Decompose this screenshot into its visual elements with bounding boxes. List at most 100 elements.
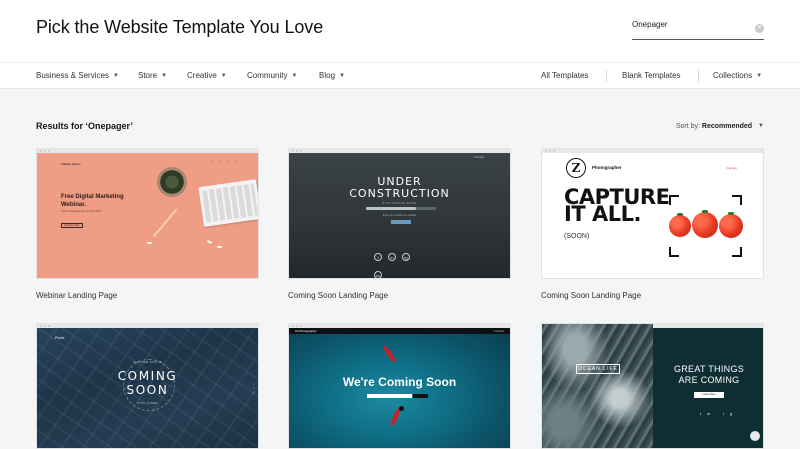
thumb-menu: • • • • — [212, 159, 240, 163]
browser-bar — [542, 149, 763, 153]
thumb-heading: CAPTURE IT ALL. — [564, 187, 670, 225]
thumb-submit — [413, 394, 428, 398]
social-icons: f in ig tw — [374, 246, 428, 278]
leaf-image — [677, 213, 683, 216]
thumb-menu: Contact — [473, 155, 484, 159]
nav-blank-templates[interactable]: Blank Templates — [622, 71, 681, 80]
plant-image — [157, 167, 187, 197]
nav-label: Blank Templates — [622, 71, 681, 80]
waves-image — [542, 324, 653, 448]
viewfinder-frame — [669, 195, 743, 257]
results-title: Results for ‘Onepager’ — [36, 121, 133, 131]
paperclip-image — [206, 239, 213, 245]
thumb-heading-line: Webinar. — [61, 202, 86, 208]
chat-icon[interactable] — [750, 431, 760, 441]
instagram-icon: ig — [723, 411, 739, 416]
paperclip-image — [147, 242, 152, 244]
progress-fill — [366, 207, 417, 210]
thumb-soon: (SOON) — [564, 233, 590, 240]
template-name[interactable]: Webinar Landing Page — [36, 291, 117, 300]
search-box[interactable]: ✕ — [632, 18, 764, 40]
thumb-heading-line: ARE COMING — [678, 375, 740, 385]
thumb-email-field — [367, 394, 412, 398]
thumb-heading: GREAT THINGS ARE COMING — [653, 364, 763, 386]
facebook-icon: f — [374, 253, 382, 261]
thumb-logo: Liberty Jones — [61, 162, 81, 166]
nav-label: Collections — [713, 71, 753, 80]
thumb-button — [391, 220, 411, 224]
chevron-down-icon: ▼ — [758, 123, 764, 129]
thumb-topbar: Lili Photography Contact — [289, 328, 510, 334]
search-input[interactable] — [632, 20, 742, 29]
template-thumbnail[interactable]: Z Photographer Contact CAPTURE IT ALL. (S… — [541, 148, 764, 279]
nav-store[interactable]: Store ▼ — [138, 71, 167, 80]
leaf-image — [702, 210, 708, 213]
thumb-heading: Free Digital Marketing Webinar. — [61, 193, 124, 209]
template-name[interactable]: Coming Soon Landing Page — [288, 291, 388, 300]
tomato-image — [669, 215, 691, 237]
tomato-image — [719, 214, 743, 238]
nav-collections[interactable]: Collections ▼ — [713, 71, 762, 80]
browser-bar — [37, 149, 258, 153]
header: Pick the Website Template You Love ✕ — [0, 0, 800, 62]
thumb-heading-line: CONSTRUCTION — [349, 187, 450, 200]
thumb-button: Register Now — [61, 223, 83, 228]
chevron-down-icon: ▼ — [220, 73, 227, 79]
category-nav: Business & Services ▼ Store ▼ Creative ▼ Co… — [0, 62, 800, 89]
thumb-badge: OCEAN LIFE — [576, 364, 620, 374]
instagram-icon: ig — [402, 253, 410, 261]
thumb-heading-line: COMING — [117, 369, 178, 383]
browser-bar — [289, 149, 510, 153]
template-thumbnail[interactable]: Lili Photography Contact We're Coming So… — [288, 323, 511, 449]
nav-label: Creative — [187, 71, 217, 80]
template-thumbnail[interactable]: OCEAN LIFE GREAT THINGS ARE COMING Learn … — [541, 323, 764, 449]
thumb-byline: SITE COMING SOON — [382, 202, 417, 205]
chevron-down-icon: ▼ — [161, 73, 168, 79]
nav-all-templates[interactable]: All Templates — [541, 71, 588, 80]
close-icon[interactable]: ✕ — [755, 24, 764, 33]
divider — [606, 70, 607, 82]
thumb-sub: Unlock Marketing Secrets That Work — [61, 210, 102, 213]
nav-business-services[interactable]: Business & Services ▼ — [36, 71, 119, 80]
thumb-heading-line: SOON — [126, 383, 169, 397]
twitter-icon: tw — [374, 271, 382, 278]
template-thumbnail[interactable]: Contact UNDER CONSTRUCTION SITE COMING SO… — [288, 148, 511, 279]
nav-community[interactable]: Community ▼ — [247, 71, 297, 80]
template-name[interactable]: Coming Soon Landing Page — [541, 291, 641, 300]
thumb-logo: Pixels — [55, 336, 65, 340]
linkedin-icon: in — [388, 253, 396, 261]
page-title: Pick the Website Template You Love — [36, 17, 324, 37]
chevron-down-icon: ▼ — [291, 73, 298, 79]
chevron-down-icon: ▼ — [339, 73, 345, 79]
thumb-kicker: OUR NEW SITE IS — [133, 361, 162, 364]
nav-label: Store — [138, 71, 158, 80]
leaf-image — [728, 212, 734, 215]
keyboard-image — [198, 179, 258, 227]
sort-dropdown[interactable]: Sort by: Recommended ▼ — [676, 123, 764, 130]
twitter-icon: tw — [700, 411, 716, 416]
template-thumbnail[interactable]: Liberty Jones • • • • Free Digital Marke… — [36, 148, 259, 279]
template-thumbnail[interactable]: Pixels OUR NEW SITE IS COMING SOON STAY T… — [36, 323, 259, 449]
thumb-heading: We're Coming Soon — [342, 375, 457, 389]
nav-label: Blog — [319, 71, 336, 80]
tomato-image — [692, 212, 718, 238]
chevron-down-icon: ▼ — [112, 73, 119, 79]
thumb-brand: Photographer — [592, 165, 622, 170]
thumb-menu: Contact — [726, 166, 737, 170]
thumb-heading: UNDER CONSTRUCTION — [289, 176, 510, 200]
nav-label: Business & Services — [36, 71, 109, 80]
thumb-button: Learn More — [694, 392, 724, 398]
progress-bar — [366, 207, 436, 210]
thumb-brand: Lili Photography — [295, 329, 317, 333]
nav-creative[interactable]: Creative ▼ — [187, 71, 227, 80]
nav-blog[interactable]: Blog ▼ — [319, 71, 345, 80]
chevron-down-icon: ▼ — [756, 73, 763, 79]
nav-label: All Templates — [541, 71, 589, 80]
nav-label: Community — [247, 71, 288, 80]
thumb-dot — [399, 406, 404, 411]
divider — [698, 70, 699, 82]
thumb-note: Enter your email to be notified — [382, 214, 417, 217]
thumb-menu: Contact — [493, 329, 504, 333]
side-social-icons: • • • — [252, 382, 254, 394]
sort-prefix: Sort by: — [675, 123, 700, 130]
